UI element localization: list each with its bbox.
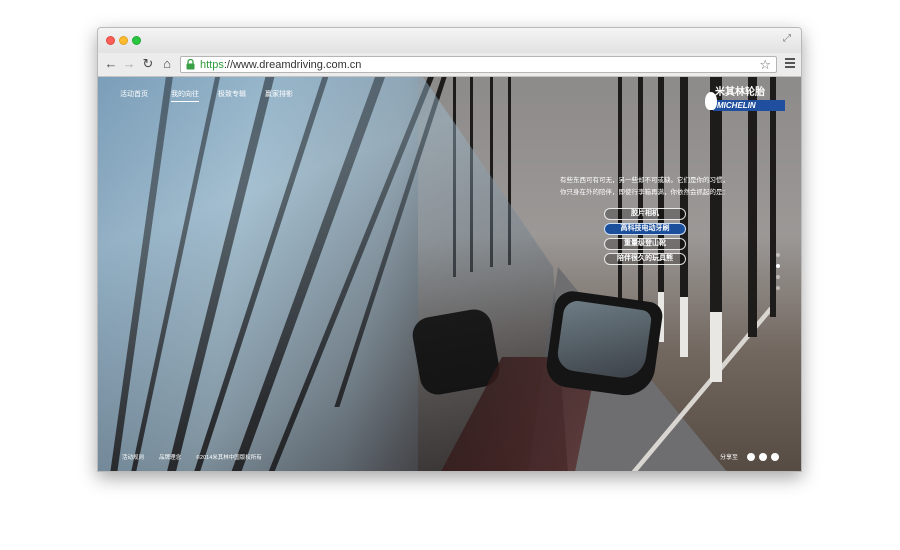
weibo-share-icon[interactable] [747,453,755,461]
home-button[interactable]: ⌂ [159,56,175,72]
url-scheme: https [200,59,224,71]
fullscreen-icon[interactable]: ⤢ [783,34,793,44]
maximize-window-button[interactable] [132,36,141,45]
renren-share-icon[interactable] [771,453,779,461]
michelin-logo[interactable]: 米其林轮胎 MICHELIN [705,87,785,117]
option-film-camera[interactable]: 胶片相机 [604,208,686,220]
option-hiking-boots[interactable]: 重量级登山靴 [604,238,686,250]
browser-window: ⤢ ← → ↻ ⌂ https://www.dreamdriving.com.c… [97,27,802,472]
address-bar[interactable]: https://www.dreamdriving.com.cn ☆ [180,56,777,73]
url-text: https://www.dreamdriving.com.cn [200,58,361,72]
close-window-button[interactable] [106,36,115,45]
lock-icon [186,59,195,70]
slide-pagination [776,253,782,297]
intro-line-1: 有些东西可有可无，另一些却不可或缺。它们是你的习惯， [560,177,729,184]
pagination-dot[interactable] [776,253,780,257]
option-teddy-bear[interactable]: 陪伴很久的玩具熊 [604,253,686,265]
tencent-share-icon[interactable] [759,453,767,461]
nav-item-album[interactable]: 极致专辑 [218,90,246,100]
reload-button[interactable]: ↻ [140,56,156,72]
choice-options: 胶片相机 高科技电动牙刷 重量级登山靴 陪伴很久的玩具熊 [604,208,686,268]
footer-copyright: ©2014米其林中国版权所有 [196,455,262,461]
intro-text: 有些东西可有可无，另一些却不可或缺。它们是你的习惯， 你只身在外的陪伴，即使行李… [560,175,729,199]
pagination-dot[interactable] [776,275,780,279]
nav-item-home[interactable]: 活动首页 [120,90,148,100]
footer-brand-link[interactable]: 品牌理念 [159,454,181,462]
nav-item-aspiration[interactable]: 我的向往 [171,90,199,102]
url-host: ://www.dreamdriving.com.cn [223,59,362,71]
side-mirror-glass [555,299,653,381]
title-bar: ⤢ [98,28,801,53]
back-button[interactable]: ← [103,56,119,72]
bibendum-icon [705,92,717,110]
logo-chinese-text: 米其林轮胎 [715,87,765,98]
minimize-window-button[interactable] [119,36,128,45]
option-electric-toothbrush[interactable]: 高科技电动牙刷 [604,223,686,235]
intro-line-2: 你只身在外的陪伴，即使行李箱再满，你依然会抓起的是： [560,189,729,196]
forward-button[interactable]: → [121,56,137,72]
logo-english-text: MICHELIN [717,101,756,110]
nav-item-winners[interactable]: 赢家排影 [265,90,293,100]
browser-menu-icon[interactable] [785,58,795,68]
share-label: 分享至 [720,455,739,461]
site-footer: 活动规则 品牌理念 ©2014米其林中国版权所有 [98,454,801,468]
browser-toolbar: ← → ↻ ⌂ https://www.dreamdriving.com.cn … [98,53,801,77]
pagination-dot-active[interactable] [776,264,780,268]
bookmark-star-icon[interactable]: ☆ [759,57,771,72]
page-viewport: 活动首页 我的向往 极致专辑 赢家排影 米其林轮胎 MICHELIN 有些东西可… [98,77,801,471]
footer-rules-link[interactable]: 活动规则 [122,454,144,462]
pagination-dot[interactable] [776,286,780,290]
